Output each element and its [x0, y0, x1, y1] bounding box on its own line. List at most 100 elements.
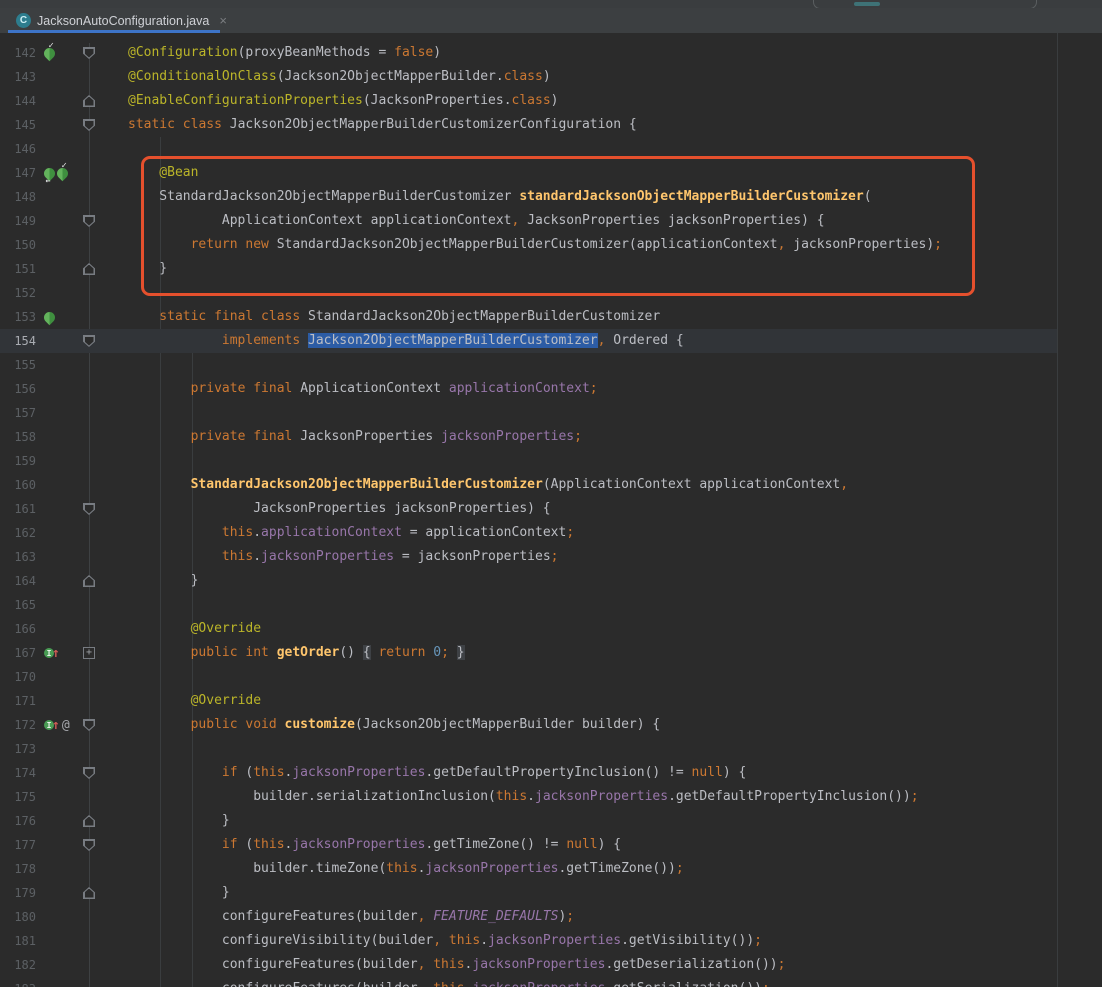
code-token: standardJacksonObjectMapperBuilderCustom…: [519, 189, 863, 204]
line-number[interactable]: 171: [0, 689, 36, 713]
fold-marker-down[interactable]: [83, 335, 95, 347]
override-up-icon[interactable]: I↑: [44, 719, 60, 732]
code-text[interactable]: builder.serializationInclusion(this.jack…: [128, 785, 919, 809]
line-number[interactable]: 153: [0, 305, 36, 329]
line-number[interactable]: 163: [0, 545, 36, 569]
line-number[interactable]: 183: [0, 977, 36, 987]
line-number[interactable]: 147: [0, 161, 36, 185]
fold-marker-down[interactable]: [83, 47, 95, 59]
line-number[interactable]: 170: [0, 665, 36, 689]
line-number[interactable]: 155: [0, 353, 36, 377]
code-text[interactable]: configureFeatures(builder, this.jacksonP…: [128, 977, 770, 987]
line-number[interactable]: 151: [0, 257, 36, 281]
code-text[interactable]: }: [128, 809, 230, 833]
code-token: ): [543, 69, 551, 84]
code-text[interactable]: if (this.jacksonProperties.getTimeZone()…: [128, 833, 621, 857]
code-text[interactable]: }: [128, 881, 230, 905]
fold-marker-plus[interactable]: +: [83, 647, 95, 659]
fold-marker-down[interactable]: [83, 839, 95, 851]
fold-marker-down[interactable]: [83, 119, 95, 131]
fold-marker-down[interactable]: [83, 503, 95, 515]
line-number[interactable]: 157: [0, 401, 36, 425]
code-text[interactable]: static final class StandardJackson2Objec…: [128, 305, 660, 329]
code-text[interactable]: ApplicationContext applicationContext, J…: [128, 209, 825, 233]
code-line: 142 ✓ @Configuration(proxyBeanMethods = fa…: [0, 41, 1057, 65]
code-text[interactable]: static class Jackson2ObjectMapperBuilder…: [128, 113, 637, 137]
override-up-icon[interactable]: I↑: [44, 647, 60, 660]
spring-bean-check-icon[interactable]: ✓: [42, 45, 58, 61]
line-number[interactable]: 181: [0, 929, 36, 953]
line-number[interactable]: 148: [0, 185, 36, 209]
code-text[interactable]: @ConditionalOnClass(Jackson2ObjectMapper…: [128, 65, 551, 89]
line-number[interactable]: 173: [0, 737, 36, 761]
code-text[interactable]: @Override: [128, 617, 261, 641]
fold-marker-up[interactable]: [83, 815, 95, 827]
line-number[interactable]: 164: [0, 569, 36, 593]
code-text[interactable]: implements Jackson2ObjectMapperBuilderCu…: [128, 329, 684, 353]
fold-marker-down[interactable]: [83, 719, 95, 731]
at-icon[interactable]: @: [62, 719, 70, 732]
line-number[interactable]: 142: [0, 41, 36, 65]
spring-bean-icon[interactable]: [42, 309, 58, 325]
line-number[interactable]: 145: [0, 113, 36, 137]
code-text[interactable]: @Configuration(proxyBeanMethods = false): [128, 41, 441, 65]
code-text[interactable]: }: [128, 257, 167, 281]
line-number[interactable]: 158: [0, 425, 36, 449]
line-number[interactable]: 179: [0, 881, 36, 905]
code-text[interactable]: }: [128, 569, 198, 593]
fold-marker-up[interactable]: [83, 95, 95, 107]
line-number[interactable]: 143: [0, 65, 36, 89]
code-text[interactable]: configureFeatures(builder, this.jacksonP…: [128, 953, 785, 977]
code-token: implements: [222, 333, 308, 348]
code-text[interactable]: configureFeatures(builder, FEATURE_DEFAU…: [128, 905, 574, 929]
spring-bean-check-icon[interactable]: ✓: [55, 165, 71, 181]
line-number[interactable]: 178: [0, 857, 36, 881]
line-number[interactable]: 167: [0, 641, 36, 665]
close-icon[interactable]: ×: [219, 13, 227, 28]
code-text[interactable]: @Override: [128, 689, 261, 713]
code-text[interactable]: this.jacksonProperties = jacksonProperti…: [128, 545, 558, 569]
line-number[interactable]: 165: [0, 593, 36, 617]
code-text[interactable]: public void customize(Jackson2ObjectMapp…: [128, 713, 660, 737]
line-number[interactable]: 162: [0, 521, 36, 545]
line-number[interactable]: 166: [0, 617, 36, 641]
line-number[interactable]: 154: [0, 329, 36, 353]
code-text[interactable]: private final JacksonProperties jacksonP…: [128, 425, 582, 449]
code-text[interactable]: this.applicationContext = applicationCon…: [128, 521, 574, 545]
line-number[interactable]: 161: [0, 497, 36, 521]
code-text[interactable]: configureVisibility(builder, this.jackso…: [128, 929, 762, 953]
line-number[interactable]: 175: [0, 785, 36, 809]
code-line: 147 ←✓ @Bean: [0, 161, 1057, 185]
line-number[interactable]: 149: [0, 209, 36, 233]
spring-bean-nav-icon[interactable]: ←: [42, 165, 58, 181]
code-text[interactable]: public int getOrder() { return 0; }: [128, 641, 465, 665]
code-text[interactable]: private final ApplicationContext applica…: [128, 377, 598, 401]
code-text[interactable]: if (this.jacksonProperties.getDefaultPro…: [128, 761, 746, 785]
line-number[interactable]: 146: [0, 137, 36, 161]
code-text[interactable]: JacksonProperties jacksonProperties) {: [128, 497, 551, 521]
line-number[interactable]: 156: [0, 377, 36, 401]
code-text[interactable]: StandardJackson2ObjectMapperBuilderCusto…: [128, 473, 848, 497]
fold-marker-up[interactable]: [83, 263, 95, 275]
code-text[interactable]: StandardJackson2ObjectMapperBuilderCusto…: [128, 185, 872, 209]
line-number[interactable]: 150: [0, 233, 36, 257]
fold-marker-up[interactable]: [83, 575, 95, 587]
line-number[interactable]: 177: [0, 833, 36, 857]
fold-marker-up[interactable]: [83, 887, 95, 899]
code-text[interactable]: builder.timeZone(this.jacksonProperties.…: [128, 857, 684, 881]
line-number[interactable]: 182: [0, 953, 36, 977]
code-text[interactable]: @Bean: [128, 161, 198, 185]
line-number[interactable]: 174: [0, 761, 36, 785]
line-number[interactable]: 160: [0, 473, 36, 497]
fold-marker-down[interactable]: [83, 767, 95, 779]
line-number[interactable]: 176: [0, 809, 36, 833]
code-text[interactable]: @EnableConfigurationProperties(JacksonPr…: [128, 89, 559, 113]
line-number[interactable]: 172: [0, 713, 36, 737]
line-number[interactable]: 159: [0, 449, 36, 473]
line-number[interactable]: 152: [0, 281, 36, 305]
fold-marker-down[interactable]: [83, 215, 95, 227]
line-number[interactable]: 180: [0, 905, 36, 929]
code-text[interactable]: return new StandardJackson2ObjectMapperB…: [128, 233, 942, 257]
line-number[interactable]: 144: [0, 89, 36, 113]
code-editor[interactable]: 142 ✓ @Configuration(proxyBeanMethods = fa…: [0, 33, 1102, 987]
